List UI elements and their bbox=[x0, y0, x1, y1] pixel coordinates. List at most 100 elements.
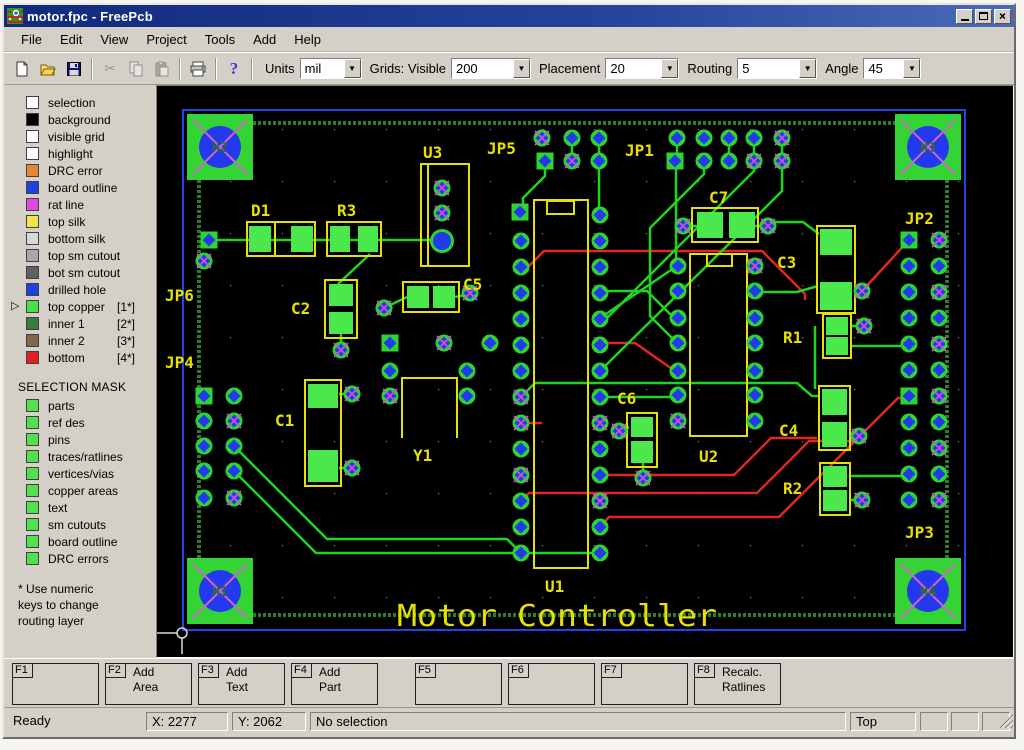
jp-top-pin-pad[interactable] bbox=[695, 129, 713, 147]
layer-color-swatch[interactable] bbox=[26, 164, 39, 177]
selection-mask-row-traces-ratlines[interactable]: traces/ratlines bbox=[4, 448, 156, 465]
jp-top-pin-pad[interactable] bbox=[744, 151, 764, 171]
selection-mask-row-ref-des[interactable]: ref des bbox=[4, 414, 156, 431]
u1-pin-pad[interactable] bbox=[591, 518, 609, 536]
jp4-jp6-pin-pad[interactable] bbox=[195, 387, 213, 405]
layer-row-inner-1[interactable]: inner 1 [2*] bbox=[4, 315, 156, 332]
jp-top-pin-pad[interactable] bbox=[668, 129, 686, 147]
via[interactable] bbox=[852, 281, 872, 301]
fkey-cell-f8[interactable]: F8 Recalc. Ratlines bbox=[694, 663, 781, 705]
placement-combo[interactable]: 20 ▼ bbox=[605, 58, 680, 79]
grids-visible-combo[interactable]: 200 ▼ bbox=[450, 58, 531, 79]
jp5-pin-pad[interactable] bbox=[511, 203, 529, 221]
mask-color-swatch[interactable] bbox=[26, 450, 39, 463]
layer-row-inner-2[interactable]: inner 2 [3*] bbox=[4, 332, 156, 349]
u1-pin-pad[interactable] bbox=[512, 362, 530, 380]
u1-pin-pad[interactable] bbox=[591, 544, 609, 562]
save-button[interactable] bbox=[62, 57, 86, 80]
jp2-pin-pad[interactable] bbox=[930, 465, 948, 483]
via[interactable] bbox=[432, 203, 452, 223]
layer-color-swatch[interactable] bbox=[26, 198, 39, 211]
chevron-down-icon[interactable]: ▼ bbox=[799, 59, 817, 78]
pcb-canvas[interactable]: D1 R3 U3 JP5 JP1 C7 JP2 C3 R1 C4 R2 JP3 … bbox=[156, 85, 1014, 658]
jp2-pin-pad[interactable] bbox=[930, 413, 948, 431]
jp2-pin-pad[interactable] bbox=[929, 490, 949, 510]
jp-top-pin-pad[interactable] bbox=[590, 129, 608, 147]
label-d1[interactable]: D1 bbox=[251, 201, 270, 220]
jp2-pin-pad[interactable] bbox=[929, 386, 949, 406]
label-jp5[interactable]: JP5 bbox=[487, 139, 516, 158]
fkey-cell-f6[interactable]: F6 bbox=[508, 663, 595, 705]
fkey-cell-f4[interactable]: F4 Add Part bbox=[291, 663, 378, 705]
jp2-pin-pad[interactable] bbox=[900, 335, 918, 353]
label-y1[interactable]: Y1 bbox=[413, 446, 432, 465]
via[interactable] bbox=[342, 458, 362, 478]
layer-row-drc-error[interactable]: DRC error bbox=[4, 162, 156, 179]
selection-mask-row-parts[interactable]: parts bbox=[4, 397, 156, 414]
routing-combo[interactable]: 5 ▼ bbox=[737, 58, 818, 79]
u1-pin-pad[interactable] bbox=[512, 258, 530, 276]
jp4-jp6-pin-pad[interactable] bbox=[195, 412, 213, 430]
fkey-cell-f7[interactable]: F7 bbox=[601, 663, 688, 705]
selection-mask-row-sm-cutouts[interactable]: sm cutouts bbox=[4, 516, 156, 533]
jp-top-pin-pad[interactable] bbox=[532, 128, 552, 148]
u1-pin-pad[interactable] bbox=[591, 466, 609, 484]
label-r1[interactable]: R1 bbox=[783, 328, 802, 347]
u2-pin-pad[interactable] bbox=[669, 257, 687, 275]
help-button[interactable]: ? bbox=[222, 57, 246, 80]
menu-item-edit[interactable]: Edit bbox=[51, 29, 91, 50]
via[interactable] bbox=[342, 384, 362, 404]
pcb-drawing[interactable]: D1 R3 U3 JP5 JP1 C7 JP2 C3 R1 C4 R2 JP3 … bbox=[157, 86, 1009, 654]
selection-mask-row-vertices-vias[interactable]: vertices/vias bbox=[4, 465, 156, 482]
layer-color-swatch[interactable] bbox=[26, 300, 39, 313]
jp2-pin-pad[interactable] bbox=[900, 439, 918, 457]
jp2-pin-pad[interactable] bbox=[929, 438, 949, 458]
u1-pin-pad[interactable] bbox=[591, 206, 609, 224]
via[interactable] bbox=[331, 340, 351, 360]
selection-mask-row-drc-errors[interactable]: DRC errors bbox=[4, 550, 156, 567]
jp-top-pin-pad[interactable] bbox=[720, 129, 738, 147]
layer-row-top-sm-cutout[interactable]: top sm cutout bbox=[4, 247, 156, 264]
menu-item-view[interactable]: View bbox=[91, 29, 137, 50]
u1-pin-pad[interactable] bbox=[511, 413, 531, 433]
menu-item-file[interactable]: File bbox=[12, 29, 51, 50]
layer-row-bot-sm-cutout[interactable]: bot sm cutout bbox=[4, 264, 156, 281]
close-button[interactable]: × bbox=[994, 8, 1011, 24]
selection-mask-row-text[interactable]: text bbox=[4, 499, 156, 516]
mask-color-swatch[interactable] bbox=[26, 535, 39, 548]
chevron-down-icon[interactable]: ▼ bbox=[903, 59, 921, 78]
mask-color-swatch[interactable] bbox=[26, 433, 39, 446]
u2-pin-pad[interactable] bbox=[669, 386, 687, 404]
u1-pin-pad[interactable] bbox=[591, 284, 609, 302]
u1-pin-pad[interactable] bbox=[591, 310, 609, 328]
label-c6[interactable]: C6 bbox=[617, 389, 636, 408]
layer-row-background[interactable]: background bbox=[4, 111, 156, 128]
jp2-pin-pad[interactable] bbox=[900, 309, 918, 327]
layer-color-swatch[interactable] bbox=[26, 130, 39, 143]
u1-pin-pad[interactable] bbox=[511, 387, 531, 407]
u1-pin-pad[interactable] bbox=[512, 310, 530, 328]
jp2-pin-pad[interactable] bbox=[929, 282, 949, 302]
menu-item-project[interactable]: Project bbox=[137, 29, 195, 50]
layer-row-bottom-silk[interactable]: bottom silk bbox=[4, 230, 156, 247]
u2-pin-pad[interactable] bbox=[746, 334, 764, 352]
cut-button[interactable]: ✂ bbox=[98, 57, 122, 80]
u1-pin-pad[interactable] bbox=[591, 258, 609, 276]
fkey-cell-f5[interactable]: F5 bbox=[415, 663, 502, 705]
jp4-jp6-pin-pad[interactable] bbox=[225, 387, 243, 405]
layer-color-swatch[interactable] bbox=[26, 249, 39, 262]
u1-pin-pad[interactable] bbox=[590, 491, 610, 511]
jp2-pin-pad[interactable] bbox=[900, 231, 918, 249]
menu-item-help[interactable]: Help bbox=[285, 29, 330, 50]
jp-top-pin-pad[interactable] bbox=[563, 129, 581, 147]
minimize-button[interactable] bbox=[956, 8, 973, 24]
mask-color-swatch[interactable] bbox=[26, 399, 39, 412]
jp4-jp6-pin-pad[interactable] bbox=[224, 411, 244, 431]
print-button[interactable] bbox=[186, 57, 210, 80]
u3-hole-pad[interactable] bbox=[430, 229, 454, 253]
layer-row-highlight[interactable]: highlight bbox=[4, 145, 156, 162]
angle-combo[interactable]: 45 ▼ bbox=[863, 58, 922, 79]
fkey-cell-f3[interactable]: F3 Add Text bbox=[198, 663, 285, 705]
jp2-pin-pad[interactable] bbox=[900, 387, 918, 405]
via[interactable] bbox=[609, 421, 629, 441]
